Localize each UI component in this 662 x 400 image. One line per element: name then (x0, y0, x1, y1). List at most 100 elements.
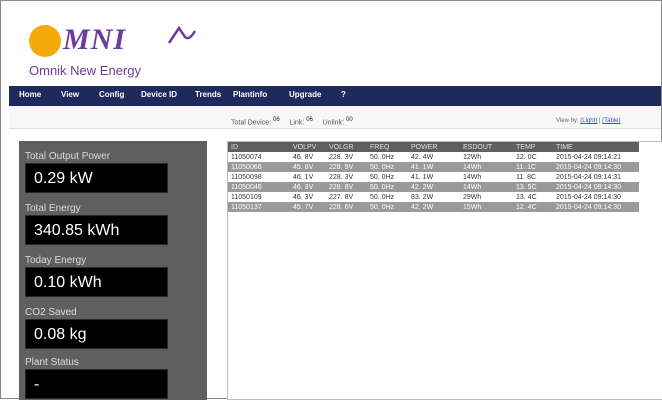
view-by-label: View by: (556, 118, 579, 124)
nav-trends[interactable]: Trends (195, 90, 221, 99)
view-table-link[interactable]: (Table) (602, 118, 620, 124)
metric-label-total-energy: Total Energy (25, 203, 81, 214)
cell-id: 11050046 (228, 182, 290, 192)
cell-temp: 13. 5C (513, 182, 553, 192)
table-row[interactable]: 11050046 46. 3V 228. 8V 50. 0Hz 42. 2W 1… (228, 182, 639, 192)
cell-volpv: 46. 3V (293, 193, 314, 201)
metric-value-total-output-power: 0.29 kW (25, 163, 168, 193)
cell-freq: 50. 0Hz (370, 173, 395, 181)
cell-volgr: 228. 8V (326, 182, 367, 192)
cell-esdout: 14Wh (463, 173, 482, 181)
cell-temp: 13. 4C (516, 193, 537, 201)
metric-value-co2-saved: 0.08 kg (25, 319, 168, 349)
column-header-esdout: ESDOUT (460, 142, 513, 152)
metric-value-plant-status: - (25, 369, 168, 399)
cell-freq: 50. 0Hz (367, 202, 408, 212)
cell-esdout: 12Wh (463, 153, 482, 161)
column-header-freq: FREQ (367, 142, 408, 152)
cell-time: 2015-04-24 09:14:30 (553, 182, 639, 192)
cell-temp: 11. 1C (513, 162, 553, 172)
app-window: MNI Omnik New Energy Home View Config De… (0, 0, 662, 400)
cell-freq: 50. 0Hz (370, 153, 395, 161)
cell-esdout: 15Wh (460, 202, 513, 212)
metric-value-today-energy: 0.10 kWh (25, 267, 168, 297)
cell-id: 11050137 (228, 202, 290, 212)
cell-power: 41. 1W (408, 162, 460, 172)
metric-label-plant-status: Plant Status (25, 357, 79, 368)
device-table: ID VOLPV VOLGR FREQ POWER ESDOUT TEMP TI… (228, 142, 639, 212)
link-label: Link: (289, 119, 305, 127)
table-header-row: ID VOLPV VOLGR FREQ POWER ESDOUT TEMP TI… (228, 142, 639, 152)
cell-id: 11050074 (231, 153, 262, 161)
nav-device-id[interactable]: Device ID (141, 90, 177, 99)
table-row[interactable]: 11050074 46. 8V 228. 3V 50. 0Hz 42. 4W 1… (228, 152, 639, 162)
plant-summary-panel: Total Output Power 0.29 kW Total Energy … (19, 141, 207, 400)
cell-volgr: 227. 8V (329, 193, 354, 201)
metric-label-today-energy: Today Energy (25, 255, 87, 266)
unlink-label: Unlink: (322, 119, 345, 127)
logo-tagline: Omnik New Energy (29, 63, 141, 78)
nav-config[interactable]: Config (99, 90, 124, 99)
cell-freq: 50. 0Hz (367, 182, 408, 192)
cell-time: 2015-04-24 09:14:30 (553, 202, 639, 212)
column-header-temp: TEMP (513, 142, 553, 152)
link-value: 06 (306, 117, 313, 123)
cell-volpv: 46. 1V (293, 173, 314, 181)
cell-volgr: 228. 3V (329, 173, 354, 181)
view-light-link[interactable]: (Light) (580, 118, 597, 124)
cell-temp: 12. 0C (516, 153, 537, 161)
column-header-id: ID (228, 142, 290, 152)
nav-upgrade[interactable]: Upgrade (289, 90, 321, 99)
cell-esdout: 14Wh (460, 162, 513, 172)
cell-esdout: 14Wh (460, 182, 513, 192)
cell-power: 42. 4W (411, 153, 434, 161)
nav-help[interactable]: ? (341, 90, 346, 99)
table-row[interactable]: 11050098 46. 1V 228. 3V 50. 0Hz 41. 1W 1… (228, 172, 639, 182)
cell-volgr: 228. 3V (329, 153, 354, 161)
column-header-time: TIME (553, 142, 639, 152)
logo-wordmark: MNI (63, 23, 127, 56)
cell-freq: 50. 0Hz (370, 193, 395, 201)
table-row[interactable]: 11050066 45. 8V 228. 9V 50. 0Hz 41. 1W 1… (228, 162, 639, 172)
cell-time: 2015-04-24 09:14:21 (556, 153, 621, 161)
unlink-value: 00 (345, 117, 353, 123)
total-devices-label: Total Device: (231, 119, 272, 127)
cell-volpv: 46. 8V (293, 153, 314, 161)
cell-power: 42. 2W (408, 202, 460, 212)
device-table-panel: ID VOLPV VOLGR FREQ POWER ESDOUT TEMP TI… (227, 141, 662, 400)
view-by-separator: | (598, 118, 601, 124)
total-devices-value: 06 (273, 117, 280, 123)
view-by-switch: View by: (Light) | (Table) (556, 118, 621, 124)
table-row[interactable]: 11050137 45. 7V 228. 6V 50. 0Hz 42. 2W 1… (228, 202, 639, 212)
cell-id: 11050066 (228, 162, 290, 172)
cell-time: 2015-04-24 09:14:30 (556, 193, 621, 201)
cell-power: 83. 2W (411, 193, 434, 201)
table-row[interactable]: 11050109 46. 3V 227. 8V 50. 0Hz 83. 2W 2… (228, 192, 639, 202)
metric-label-co2-saved: CO2 Saved (25, 307, 77, 318)
cell-volpv: 46. 3V (290, 182, 326, 192)
cell-temp: 11. 8C (516, 173, 537, 181)
cell-power: 42. 2W (408, 182, 460, 192)
cell-id: 11050109 (231, 193, 262, 201)
cell-time: 2015-04-24 09:14:30 (553, 162, 639, 172)
nav-plantinfo[interactable]: Plantinfo (233, 90, 267, 99)
cell-volpv: 45. 8V (290, 162, 326, 172)
metric-label-total-output-power: Total Output Power (25, 151, 111, 162)
logo-swoosh-icon (167, 25, 197, 44)
cell-volpv: 45. 7V (290, 202, 326, 212)
cell-power: 41. 1W (411, 173, 434, 181)
cell-volgr: 228. 6V (326, 202, 367, 212)
nav-home[interactable]: Home (19, 90, 41, 99)
omnik-logo: MNI Omnik New Energy (29, 21, 229, 81)
nav-view[interactable]: View (61, 90, 79, 99)
metric-value-total-energy: 340.85 kWh (25, 215, 168, 245)
cell-volgr: 228. 9V (326, 162, 367, 172)
main-nav: Home View Config Device ID Trends Planti… (9, 86, 661, 106)
cell-freq: 50. 0Hz (367, 162, 408, 172)
cell-temp: 12. 4C (513, 202, 553, 212)
device-counts: Total Device: 06 Link: 06 Unlink: 00 (231, 117, 353, 126)
cell-time: 2015-04-24 09:14:31 (556, 173, 621, 181)
column-header-volgr: VOLGR (326, 142, 367, 152)
column-header-volpv: VOLPV (290, 142, 326, 152)
logo-sun-icon (29, 25, 61, 57)
